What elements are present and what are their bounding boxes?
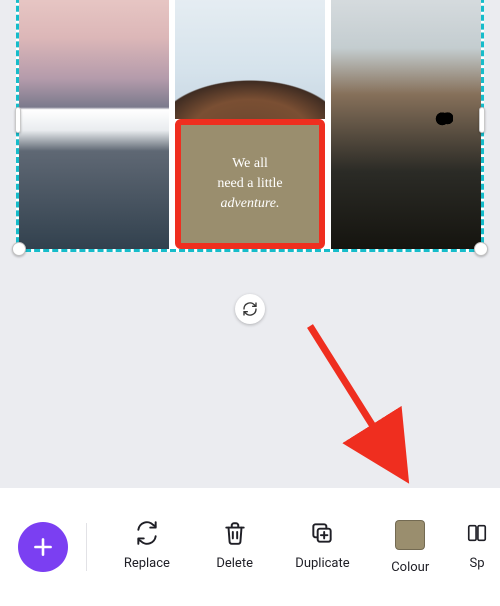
quote-card[interactable]: We all need a little adventure. — [181, 125, 319, 243]
resize-handle-right[interactable] — [479, 107, 485, 133]
annotation-arrow — [290, 318, 440, 488]
plus-icon — [30, 534, 56, 560]
delete-button[interactable]: Delete — [191, 520, 279, 571]
add-button[interactable] — [18, 522, 68, 572]
replace-button[interactable]: Replace — [103, 520, 191, 571]
quote-line3: adventure. — [221, 196, 280, 211]
colour-swatch — [395, 520, 425, 550]
trash-icon — [222, 520, 248, 546]
spacing-icon — [466, 520, 488, 546]
collage-cell-left[interactable] — [19, 0, 169, 249]
resize-handle-bottom-right[interactable] — [474, 242, 488, 256]
collage-cell-middle: We all need a little adventure. — [175, 0, 325, 249]
collage: We all need a little adventure. — [19, 0, 481, 249]
canvas-area: We all need a little adventure. — [0, 0, 500, 260]
replace-icon — [134, 520, 160, 546]
duplicate-label: Duplicate — [295, 556, 349, 571]
quote-line2: need a little — [217, 176, 282, 191]
duplicate-button[interactable]: Duplicate — [279, 520, 367, 571]
selection-frame[interactable]: We all need a little adventure. — [16, 0, 484, 252]
toolbar-separator — [86, 523, 87, 571]
colour-label: Colour — [391, 560, 429, 575]
quote-line1: We all — [232, 156, 268, 171]
collage-cell-middle-bottom[interactable]: We all need a little adventure. — [175, 119, 325, 249]
rotate-icon — [242, 301, 258, 317]
quote-text: We all need a little adventure. — [217, 154, 282, 215]
bottom-toolbar: Replace Delete Duplicate Colour — [0, 488, 500, 606]
collage-cell-right[interactable] — [331, 0, 481, 249]
rotate-button[interactable] — [235, 294, 265, 324]
hikers-silhouette — [435, 111, 453, 137]
colour-button[interactable]: Colour — [366, 520, 454, 575]
replace-label: Replace — [124, 556, 170, 571]
resize-handle-left[interactable] — [15, 107, 21, 133]
collage-cell-middle-top[interactable] — [175, 0, 325, 119]
resize-handle-bottom-left[interactable] — [12, 242, 26, 256]
duplicate-icon — [309, 520, 335, 546]
toolbar-items: Replace Delete Duplicate Colour — [103, 520, 500, 575]
delete-label: Delete — [216, 556, 253, 571]
spacing-button[interactable]: Sp — [454, 520, 500, 571]
spacing-label: Sp — [470, 556, 485, 571]
